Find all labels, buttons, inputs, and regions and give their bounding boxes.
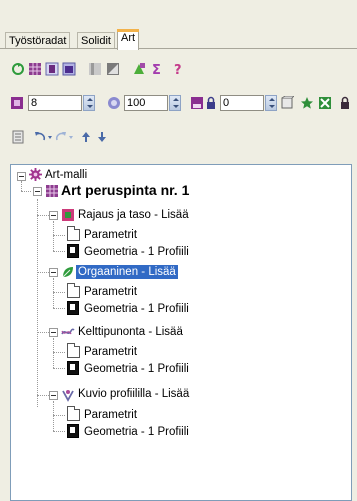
toolbar-row-2: 8 100 0: [0, 90, 357, 116]
toolbar-row-1: Σ ?: [0, 56, 357, 82]
toolbar-row-3: [0, 124, 357, 150]
group3-expander[interactable]: [49, 328, 58, 337]
tree-surface-label[interactable]: Art peruspinta nr. 1: [61, 182, 189, 199]
calculate-icon[interactable]: [132, 62, 146, 76]
tab-art[interactable]: Art: [117, 29, 140, 50]
sigma-icon[interactable]: Σ: [150, 62, 164, 76]
surface-expander[interactable]: [33, 187, 42, 196]
tree-root-label[interactable]: Art-malli: [45, 168, 87, 182]
document-icon[interactable]: [11, 130, 25, 144]
profile-pattern-icon: [62, 390, 74, 402]
tab-solidit[interactable]: Solidit: [77, 32, 115, 49]
tree-group-label-selected[interactable]: Orgaaninen - Lisää: [76, 265, 178, 279]
folder-icon: [67, 343, 80, 358]
tab-divider: [0, 48, 357, 49]
art-tree-panel: Art-malli Art peruspinta nr. 1 Rajaus ja…: [10, 164, 352, 501]
svg-text:Σ: Σ: [152, 63, 161, 76]
geometry-icon: [67, 244, 79, 258]
svg-text:?: ?: [174, 63, 182, 76]
grid-icon[interactable]: [28, 62, 42, 76]
tree-group-label[interactable]: Kuvio profiililla - Lisää: [78, 387, 189, 401]
layer-fill-icon[interactable]: [62, 62, 76, 76]
leaf-icon: [62, 267, 73, 278]
depth-spinner[interactable]: [265, 95, 277, 111]
tree-group-label[interactable]: Rajaus ja taso - Lisää: [78, 208, 189, 222]
arrow-up-icon[interactable]: [79, 130, 93, 144]
layer-input[interactable]: 8: [28, 95, 82, 111]
group2-expander[interactable]: [49, 268, 58, 277]
lock-dark-icon[interactable]: [338, 96, 352, 110]
layer-spinner[interactable]: [83, 95, 95, 111]
gear-icon: [29, 168, 42, 181]
geometry-icon: [67, 301, 79, 315]
tree-params-label[interactable]: Parametrit: [84, 345, 137, 359]
tree-geometry-label[interactable]: Geometria - 1 Profiili: [84, 245, 189, 259]
folder-icon: [67, 226, 80, 241]
layer-d-icon[interactable]: [45, 62, 59, 76]
folder-icon: [67, 406, 80, 421]
tree-params-label[interactable]: Parametrit: [84, 408, 137, 422]
tree-group-label[interactable]: Kelttipunonta - Lisää: [78, 325, 183, 339]
cycle-icon[interactable]: [11, 62, 25, 76]
columns-icon[interactable]: [88, 62, 102, 76]
geometry-icon: [67, 361, 79, 375]
cube-icon[interactable]: [280, 96, 294, 110]
geometry-icon: [67, 424, 79, 438]
tree-geometry-label[interactable]: Geometria - 1 Profiili: [84, 362, 189, 376]
delete-icon[interactable]: [318, 96, 332, 110]
tree-params-label[interactable]: Parametrit: [84, 285, 137, 299]
scale-spinner[interactable]: [169, 95, 181, 111]
celtic-knot-icon: [61, 328, 75, 335]
arrow-down-icon[interactable]: [95, 130, 109, 144]
root-expander[interactable]: [17, 172, 26, 181]
group1-expander[interactable]: [49, 211, 58, 220]
lock-icon: [207, 96, 215, 109]
help-icon[interactable]: ?: [171, 62, 185, 76]
layer-value-icon: [11, 97, 23, 109]
triangle-icon[interactable]: [106, 62, 120, 76]
tab-tyostoradat[interactable]: Työstöradat: [5, 32, 71, 49]
redo-dropdown-icon[interactable]: [66, 130, 80, 144]
grid-surface-icon: [46, 185, 58, 197]
bounds-icon: [62, 209, 74, 221]
scale-icon: [108, 97, 120, 109]
depth-input[interactable]: 0: [220, 95, 264, 111]
tree-geometry-label[interactable]: Geometria - 1 Profiili: [84, 302, 189, 316]
group4-expander[interactable]: [49, 391, 58, 400]
tree-geometry-label[interactable]: Geometria - 1 Profiili: [84, 425, 189, 439]
depth-icon: [191, 97, 203, 109]
folder-icon: [67, 283, 80, 298]
tab-bar: Työstöradat Solidit Art: [0, 0, 357, 50]
tree-params-label[interactable]: Parametrit: [84, 228, 137, 242]
star-icon[interactable]: [300, 96, 314, 110]
scale-input[interactable]: 100: [124, 95, 168, 111]
